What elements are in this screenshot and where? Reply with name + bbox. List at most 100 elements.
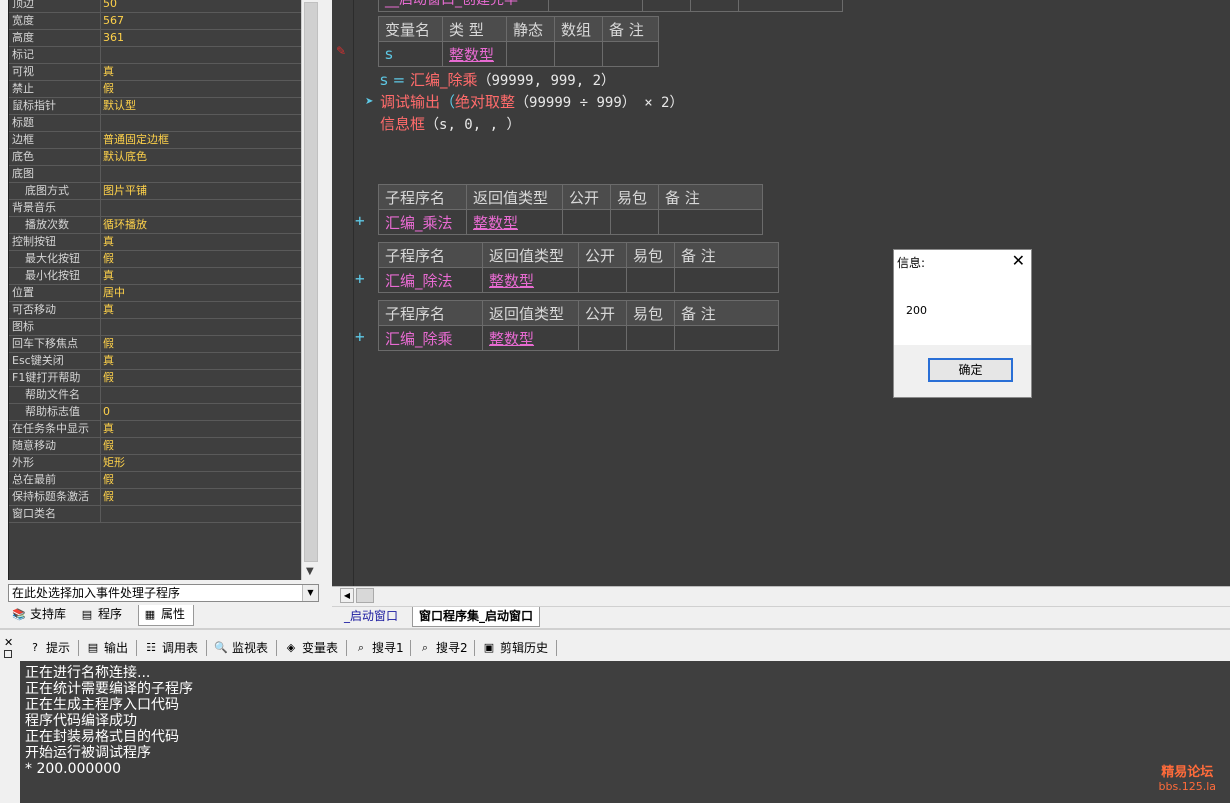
property-value[interactable]: 假 bbox=[103, 370, 299, 386]
property-row[interactable]: F1键打开帮助 假 bbox=[9, 370, 301, 387]
property-row[interactable]: 总在最前 假 bbox=[9, 472, 301, 489]
scrollbar-thumb[interactable] bbox=[356, 588, 374, 603]
property-value[interactable]: 假 bbox=[103, 81, 299, 97]
property-row[interactable]: 图标 bbox=[9, 319, 301, 336]
property-row[interactable]: 可视 真 bbox=[9, 64, 301, 81]
property-value[interactable]: 567 bbox=[103, 13, 299, 29]
sub-note-cell[interactable] bbox=[674, 325, 779, 351]
property-row[interactable]: 帮助文件名 bbox=[9, 387, 301, 404]
code-editor[interactable]: ✎ __启动窗口_创建完毕 变量名 类 型 静态 数组 备 注 s 整数型 s bbox=[332, 0, 1230, 586]
property-value[interactable]: 默认型 bbox=[103, 98, 299, 114]
sub-name-cell[interactable]: 汇编_除法 bbox=[378, 267, 483, 293]
pin-icon[interactable] bbox=[4, 650, 12, 658]
property-value[interactable]: 假 bbox=[103, 251, 299, 267]
editor-gutter[interactable]: ✎ bbox=[332, 0, 354, 586]
property-value[interactable]: 循环播放 bbox=[103, 217, 299, 233]
property-row[interactable]: 宽度 567 bbox=[9, 13, 301, 30]
sub-epkg-cell[interactable] bbox=[610, 209, 659, 235]
tab-clipboard-history[interactable]: ▣ 剪辑历史 bbox=[480, 638, 548, 658]
property-value[interactable]: 图片平铺 bbox=[103, 183, 299, 199]
property-row[interactable]: 随意移动 假 bbox=[9, 438, 301, 455]
property-row[interactable]: 底图方式 图片平铺 bbox=[9, 183, 301, 200]
property-row[interactable]: 播放次数 循环播放 bbox=[9, 217, 301, 234]
sub-public-cell[interactable] bbox=[578, 267, 627, 293]
scroll-left-arrow-icon[interactable]: ◀ bbox=[340, 588, 354, 603]
sub-return-cell[interactable]: 整数型 bbox=[482, 267, 579, 293]
startup-event-sub[interactable]: __启动窗口_创建完毕 bbox=[378, 0, 549, 12]
property-row[interactable]: 高度 361 bbox=[9, 30, 301, 47]
property-row[interactable]: 底图 bbox=[9, 166, 301, 183]
property-value[interactable] bbox=[103, 200, 299, 216]
tab-program[interactable]: ▤ 程序 bbox=[76, 605, 136, 626]
tab-properties[interactable]: ▦ 属性 bbox=[138, 605, 194, 626]
property-row[interactable]: Esc键关闭 真 bbox=[9, 353, 301, 370]
property-value[interactable]: 普通固定边框 bbox=[103, 132, 299, 148]
property-row[interactable]: 禁止 假 bbox=[9, 81, 301, 98]
property-value[interactable]: 真 bbox=[103, 268, 299, 284]
expand-sub-1-icon[interactable]: + bbox=[355, 211, 365, 230]
property-value[interactable]: 真 bbox=[103, 353, 299, 369]
sub-note-cell[interactable] bbox=[658, 209, 763, 235]
tab-call-stack[interactable]: ☷ 调用表 bbox=[142, 638, 198, 658]
sub-name-cell[interactable]: 汇编_乘法 bbox=[378, 209, 467, 235]
code-line-1[interactable]: s = 汇编_除乘（99999, 999, 2） bbox=[380, 69, 615, 90]
sub-return-cell[interactable]: 整数型 bbox=[466, 209, 563, 235]
code-line-3[interactable]: 信息框（s, 0, , ） bbox=[380, 113, 520, 134]
property-row[interactable]: 可否移动 真 bbox=[9, 302, 301, 319]
property-row[interactable]: 背景音乐 bbox=[9, 200, 301, 217]
var-note-cell[interactable] bbox=[602, 41, 659, 67]
sub-epkg-cell[interactable] bbox=[626, 267, 675, 293]
tab-window-assembly[interactable]: 窗口程序集_启动窗口 bbox=[412, 607, 541, 627]
property-row[interactable]: 底色 默认底色 bbox=[9, 149, 301, 166]
property-value[interactable]: 假 bbox=[103, 472, 299, 488]
sub-public-cell[interactable] bbox=[562, 209, 611, 235]
property-row[interactable]: 窗口类名 bbox=[9, 506, 301, 523]
property-value[interactable]: 居中 bbox=[103, 285, 299, 301]
property-value[interactable]: 矩形 bbox=[103, 455, 299, 471]
tab-variables[interactable]: ◈ 变量表 bbox=[282, 638, 338, 658]
property-row[interactable]: 最小化按钮 真 bbox=[9, 268, 301, 285]
code-line-2[interactable]: 调试输出（绝对取整（99999 ÷ 999） × 2） bbox=[380, 91, 683, 112]
property-row[interactable]: 外形 矩形 bbox=[9, 455, 301, 472]
dropdown-arrow-icon[interactable]: ▼ bbox=[302, 585, 318, 601]
property-value[interactable] bbox=[103, 506, 299, 522]
property-row[interactable]: 帮助标志值 0 bbox=[9, 404, 301, 421]
property-value[interactable]: 真 bbox=[103, 302, 299, 318]
event-handler-select[interactable]: 在此处选择加入事件处理子程序 ▼ bbox=[8, 584, 319, 602]
tab-support-library[interactable]: 📚 支持库 bbox=[8, 605, 74, 626]
property-row[interactable]: 顶边 50 bbox=[9, 0, 301, 13]
property-value[interactable]: 361 bbox=[103, 30, 299, 46]
property-row[interactable]: 鼠标指针 默认型 bbox=[9, 98, 301, 115]
sub-name-cell[interactable]: 汇编_除乘 bbox=[378, 325, 483, 351]
var-array-cell[interactable] bbox=[554, 41, 603, 67]
sub-public-cell[interactable] bbox=[578, 325, 627, 351]
expand-sub-3-icon[interactable]: + bbox=[355, 327, 365, 346]
var-static-cell[interactable] bbox=[506, 41, 555, 67]
expand-sub-2-icon[interactable]: + bbox=[355, 269, 365, 288]
sub-return-cell[interactable]: 整数型 bbox=[482, 325, 579, 351]
tab-startup-window[interactable]: _启动窗口 bbox=[338, 607, 404, 627]
property-value[interactable]: 假 bbox=[103, 489, 299, 505]
property-value[interactable] bbox=[103, 47, 299, 63]
property-value[interactable]: 真 bbox=[103, 234, 299, 250]
property-value[interactable] bbox=[103, 166, 299, 182]
property-row[interactable]: 控制按钮 真 bbox=[9, 234, 301, 251]
var-type-cell[interactable]: 整数型 bbox=[442, 41, 507, 67]
property-value[interactable]: 0 bbox=[103, 404, 299, 420]
property-row[interactable]: 标记 bbox=[9, 47, 301, 64]
property-value[interactable]: 真 bbox=[103, 421, 299, 437]
ok-button[interactable]: 确定 bbox=[928, 358, 1013, 382]
tab-watch[interactable]: 🔍 监视表 bbox=[212, 638, 268, 658]
tab-hint[interactable]: ? 提示 bbox=[26, 638, 70, 658]
close-icon[interactable]: ✕ bbox=[1012, 251, 1025, 270]
property-row[interactable]: 标题 bbox=[9, 115, 301, 132]
property-value[interactable]: 真 bbox=[103, 64, 299, 80]
scroll-down-arrow-icon[interactable]: ▼ bbox=[306, 566, 314, 577]
sub-note-cell[interactable] bbox=[674, 267, 779, 293]
property-value[interactable] bbox=[103, 319, 299, 335]
property-value[interactable]: 默认底色 bbox=[103, 149, 299, 165]
var-name-cell[interactable]: s bbox=[378, 41, 443, 67]
property-row[interactable]: 边框 普通固定边框 bbox=[9, 132, 301, 149]
property-value[interactable]: 假 bbox=[103, 438, 299, 454]
property-value[interactable]: 50 bbox=[103, 0, 299, 12]
